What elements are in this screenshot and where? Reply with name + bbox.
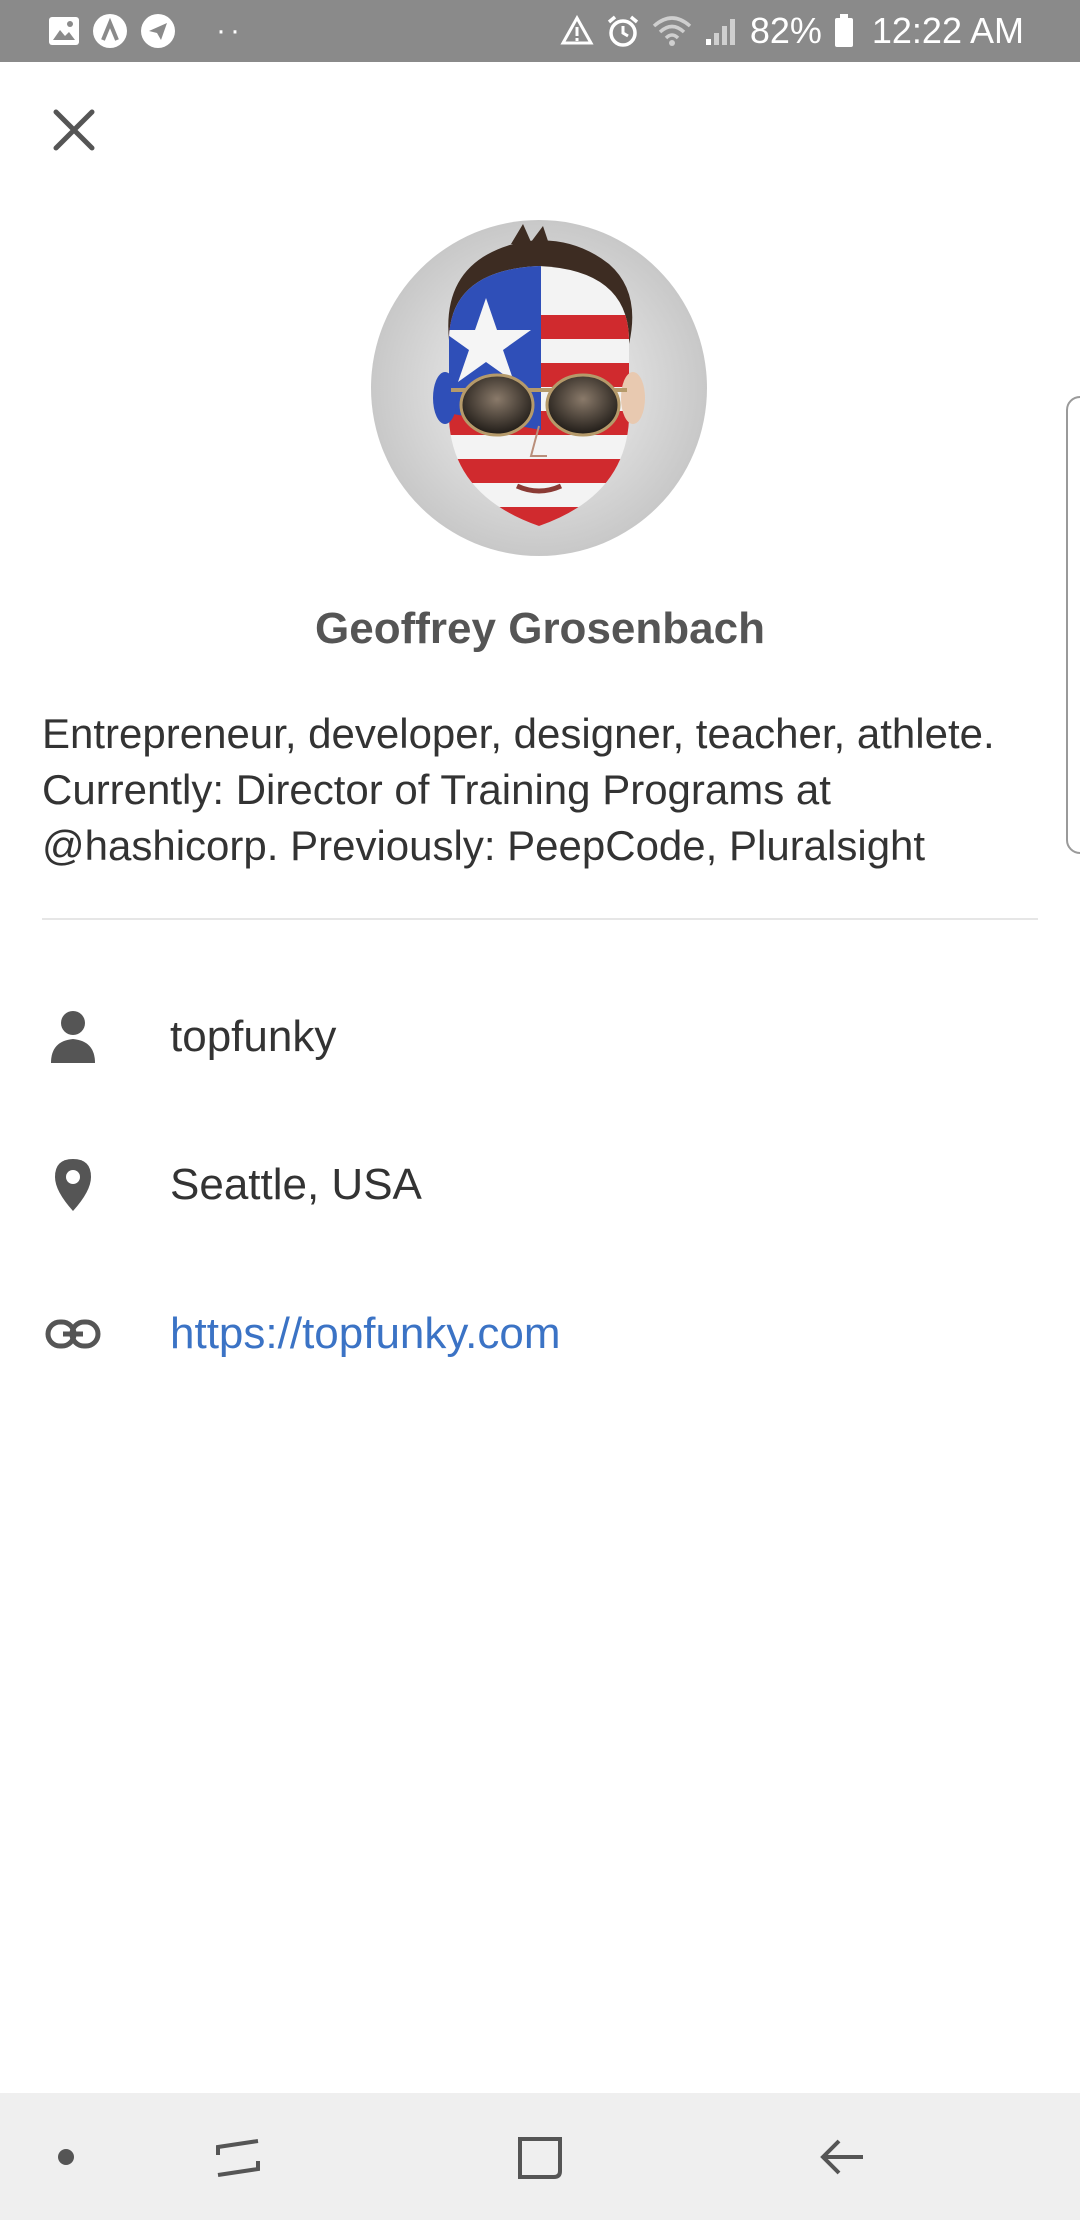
app-lambda-icon	[92, 13, 128, 49]
alarm-icon	[606, 14, 640, 48]
more-notifications-indicator: ··	[216, 14, 244, 47]
recent-apps-icon	[215, 2138, 260, 2177]
status-system: 82% 12:22 AM	[560, 8, 1024, 54]
username-row: topfunky	[0, 992, 1080, 1082]
nav-dot-icon	[58, 2148, 74, 2165]
recent-apps-button[interactable]	[200, 2093, 275, 2220]
navigation-bar	[0, 2093, 1080, 2220]
website-link[interactable]: https://topfunky.com	[170, 1309, 560, 1359]
status-notifications: ··	[48, 12, 244, 50]
back-button[interactable]	[808, 2093, 878, 2220]
signal-icon	[704, 15, 738, 47]
gallery-icon	[48, 16, 80, 46]
battery-icon	[834, 14, 854, 48]
profile-name: Geoffrey Grosenbach	[315, 604, 765, 653]
divider	[42, 918, 1038, 920]
link-icon	[38, 1299, 108, 1369]
close-icon	[53, 109, 95, 151]
location-text: Seattle, USA	[170, 1160, 422, 1209]
website-row[interactable]: https://topfunky.com	[0, 1289, 1080, 1379]
nav-dot-button[interactable]	[44, 2093, 88, 2220]
home-button[interactable]	[505, 2093, 575, 2220]
back-icon	[820, 2139, 863, 2174]
sync-alert-icon	[560, 15, 594, 47]
wifi-icon	[652, 15, 692, 47]
battery-percent: 82%	[749, 10, 822, 51]
avatar	[371, 220, 707, 556]
user-icon	[38, 1002, 108, 1072]
home-icon	[518, 2136, 562, 2179]
close-button[interactable]	[44, 100, 104, 160]
location-row: Seattle, USA	[0, 1140, 1080, 1230]
username-text: topfunky	[170, 1012, 337, 1061]
telegram-icon	[140, 13, 176, 49]
profile-bio: Entrepreneur, developer, designer, teach…	[42, 710, 995, 869]
status-bar: ·· 82% 12:22 AM	[0, 0, 1080, 62]
status-time: 12:22 AM	[871, 10, 1024, 51]
location-pin-icon	[38, 1150, 108, 1220]
